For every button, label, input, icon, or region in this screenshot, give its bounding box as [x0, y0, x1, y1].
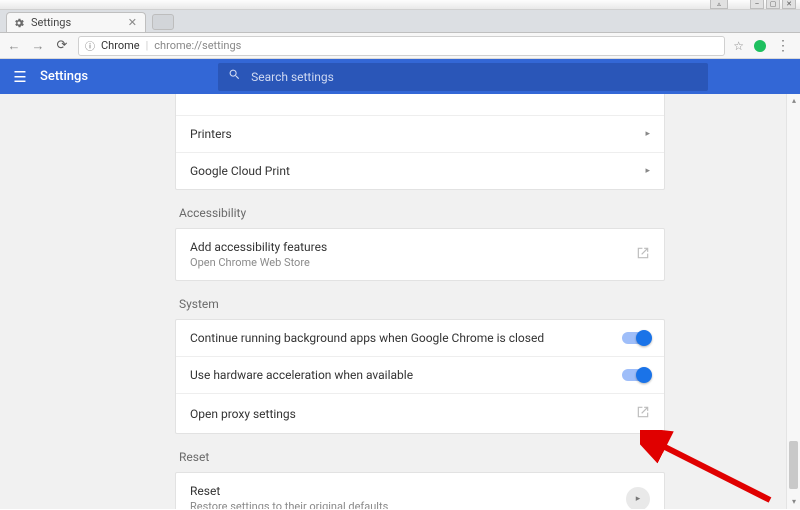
hw-accel-toggle[interactable] [622, 369, 650, 381]
window-minimize-button[interactable]: – [750, 0, 764, 9]
menu-icon[interactable]: ☰ [0, 68, 40, 86]
scroll-area: Printers ▸ Google Cloud Print ▸ Accessib… [0, 94, 800, 509]
window-maximize-button[interactable]: ▢ [766, 0, 780, 9]
background-apps-row[interactable]: Continue running background apps when Go… [176, 320, 664, 356]
reset-row[interactable]: Reset Restore settings to their original… [176, 473, 664, 509]
section-header-system: System [175, 281, 665, 319]
settings-content: Printers ▸ Google Cloud Print ▸ Accessib… [0, 94, 800, 509]
address-bar[interactable]: ⓘ Chrome | chrome://settings [78, 36, 725, 56]
profile-button[interactable]: ▵ [710, 0, 728, 9]
site-info-icon[interactable]: ⓘ [85, 38, 95, 53]
scrollbar-thumb[interactable] [789, 441, 798, 489]
background-apps-label: Continue running background apps when Go… [190, 331, 544, 345]
accessibility-title: Add accessibility features [190, 240, 327, 254]
tab-strip: Settings ✕ [0, 10, 800, 33]
chevron-right-icon: ▸ [645, 166, 650, 176]
forward-button: → [30, 38, 46, 54]
search-icon [228, 68, 241, 85]
system-card: Continue running background apps when Go… [175, 319, 665, 434]
window-close-button[interactable]: ✕ [782, 0, 796, 9]
browser-toolbar: ← → ⟳ ⓘ Chrome | chrome://settings ☆ ⋮ [0, 33, 800, 59]
external-link-icon [636, 246, 650, 263]
scroll-up-icon[interactable]: ▴ [787, 94, 800, 108]
vertical-scrollbar[interactable]: ▴ ▾ [786, 94, 800, 509]
hidden-row [176, 94, 664, 115]
printing-card: Printers ▸ Google Cloud Print ▸ [175, 94, 665, 190]
search-settings-field[interactable] [218, 63, 708, 91]
window-titlebar: ▵ – ▢ ✕ [0, 0, 800, 10]
new-tab-button[interactable] [152, 14, 174, 30]
search-settings-input[interactable] [251, 70, 698, 84]
tab-close-icon[interactable]: ✕ [128, 16, 137, 29]
printers-label: Printers [190, 127, 232, 141]
section-header-reset: Reset [175, 434, 665, 472]
gear-icon [13, 17, 25, 29]
hw-accel-label: Use hardware acceleration when available [190, 368, 413, 382]
page-title: Settings [40, 69, 88, 84]
settings-header: ☰ Settings [0, 59, 800, 94]
tab-title: Settings [31, 16, 71, 29]
url-scheme-label: Chrome [101, 39, 140, 52]
chevron-right-icon: ▸ [636, 494, 641, 504]
extension-icon[interactable] [754, 40, 766, 52]
reset-card: Reset Restore settings to their original… [175, 472, 665, 509]
proxy-label: Open proxy settings [190, 407, 296, 421]
chevron-right-icon: ▸ [645, 129, 650, 139]
tab-settings[interactable]: Settings ✕ [6, 12, 146, 32]
external-link-icon [636, 405, 650, 422]
back-button[interactable]: ← [6, 38, 22, 54]
printers-row[interactable]: Printers ▸ [176, 115, 664, 152]
accessibility-card: Add accessibility features Open Chrome W… [175, 228, 665, 281]
hw-accel-row[interactable]: Use hardware acceleration when available [176, 356, 664, 393]
cloud-print-row[interactable]: Google Cloud Print ▸ [176, 152, 664, 189]
reload-button[interactable]: ⟳ [54, 38, 70, 53]
section-header-accessibility: Accessibility [175, 190, 665, 228]
proxy-row[interactable]: Open proxy settings [176, 393, 664, 433]
background-apps-toggle[interactable] [622, 332, 650, 344]
url-text: chrome://settings [154, 39, 241, 52]
cloud-print-label: Google Cloud Print [190, 164, 290, 178]
bookmark-star-icon[interactable]: ☆ [733, 39, 744, 53]
reset-arrow-button[interactable]: ▸ [626, 487, 650, 510]
reset-sub: Restore settings to their original defau… [190, 500, 388, 509]
accessibility-row[interactable]: Add accessibility features Open Chrome W… [176, 229, 664, 280]
reset-title: Reset [190, 484, 388, 498]
accessibility-sub: Open Chrome Web Store [190, 256, 327, 269]
scroll-down-icon[interactable]: ▾ [787, 495, 800, 509]
chrome-menu-icon[interactable]: ⋮ [776, 38, 790, 54]
url-separator: | [146, 39, 149, 52]
